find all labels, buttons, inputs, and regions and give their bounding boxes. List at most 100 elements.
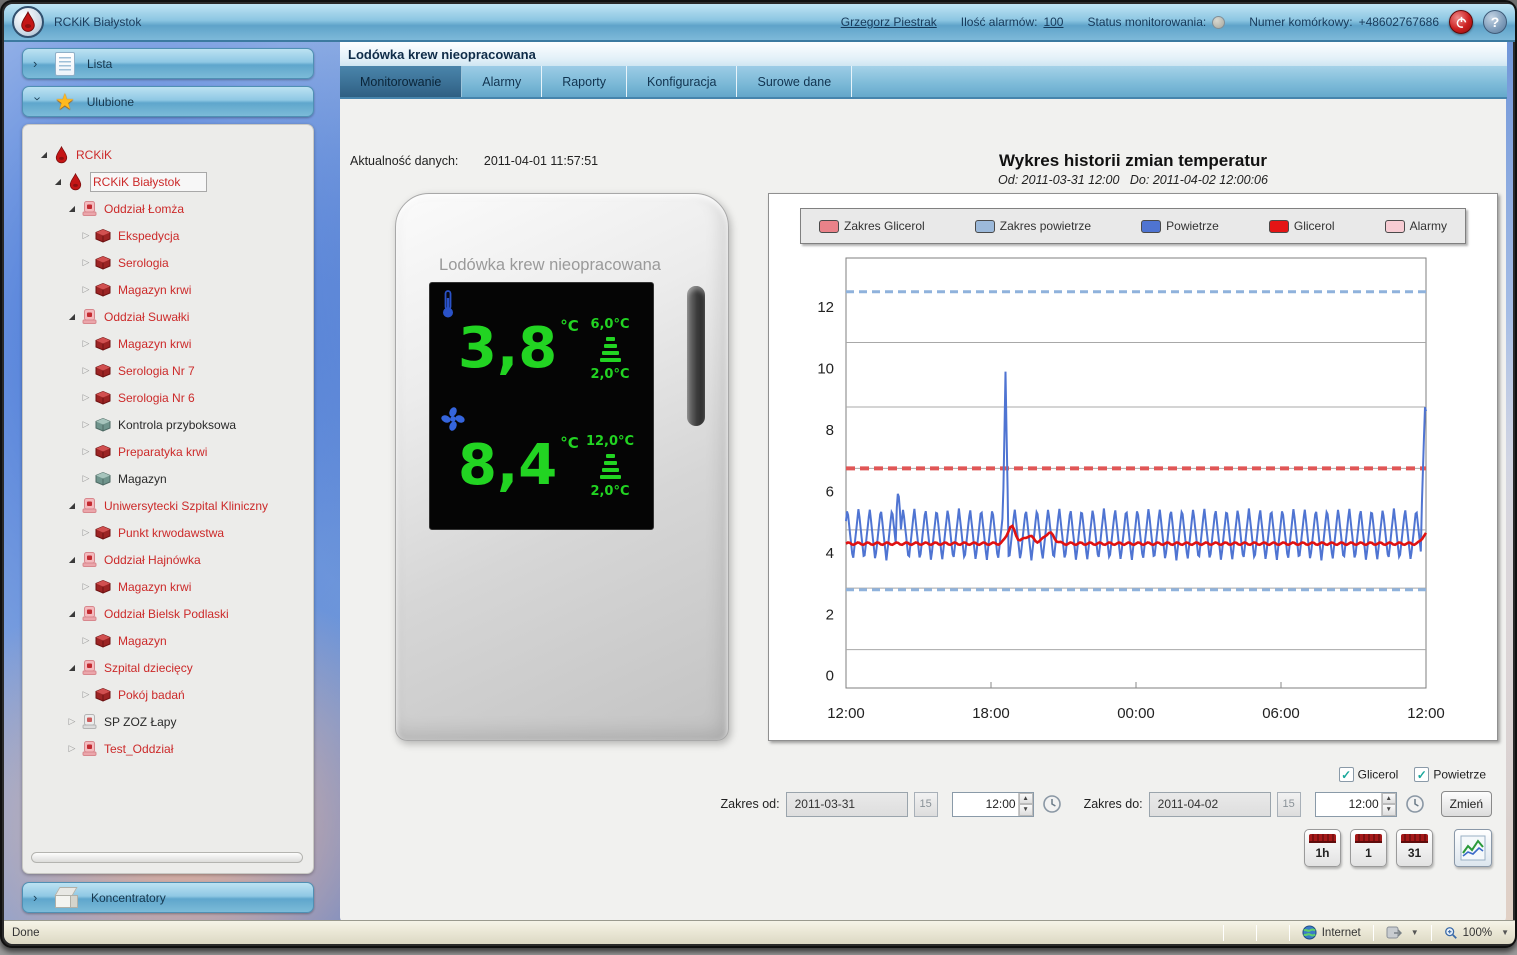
zoom-control[interactable]: 100% ▼ [1436, 926, 1517, 940]
tree-item-serologia-nr-6[interactable]: ▷Serologia Nr 6 [31, 384, 309, 411]
monitoring-status-label: Status monitorowania: [1087, 15, 1206, 29]
tree-item-oddział-bielsk-podlaski[interactable]: ◢Oddział Bielsk Podlaski [31, 600, 309, 627]
globe-icon [1302, 925, 1317, 940]
tree-collapsed-icon[interactable]: ▷ [65, 716, 79, 727]
tree-item-ekspedycja[interactable]: ▷ Ekspedycja [31, 222, 309, 249]
powietrze-checkbox[interactable]: ✓Powietrze [1414, 767, 1486, 782]
tree-item-oddział-łomża[interactable]: ◢Oddział Łomża [31, 195, 309, 222]
time-to-field[interactable]: 12:00 ▲▼ [1315, 792, 1397, 817]
calendar-picker-button[interactable]: 15 [1277, 792, 1301, 817]
tree-item-pokój-badań[interactable]: ▷Pokój badań [31, 681, 309, 708]
horizontal-scrollbar[interactable] [31, 852, 303, 863]
spin-down-icon[interactable]: ▼ [1019, 804, 1033, 816]
tree-collapsed-icon[interactable]: ▷ [79, 284, 93, 295]
alarms-count-link[interactable]: 100 [1043, 15, 1063, 29]
tree-item-rckik-białystok[interactable]: ◢RCKiK Białystok [31, 168, 309, 195]
device-icon [93, 525, 113, 540]
date-to-field[interactable]: 2011-04-02 [1149, 792, 1271, 817]
show-chart-button[interactable] [1454, 829, 1492, 867]
tree-collapsed-icon[interactable]: ▷ [79, 230, 93, 241]
tree: ◢RCKiK◢RCKiK Białystok◢Oddział Łomża ▷ Eks… [31, 141, 309, 762]
tree-collapsed-icon[interactable]: ▷ [79, 365, 93, 376]
chart-svg: 02468101212:0018:0000:0006:0012:00 [777, 252, 1490, 738]
protected-mode-control[interactable]: ▼ [1378, 926, 1427, 939]
sidebar-item-koncentratory[interactable]: › Koncentratory [22, 882, 314, 913]
checkbox-check-icon[interactable]: ✓ [1339, 767, 1354, 782]
tree-collapsed-icon[interactable]: ▷ [79, 257, 93, 268]
tree-collapsed-icon[interactable]: ▷ [79, 473, 93, 484]
tree-item-punkt-krwodawstwa[interactable]: ▷Punkt krwodawstwa [31, 519, 309, 546]
clock-icon[interactable] [1042, 794, 1062, 814]
tree-item-label: Kontrola przyboksowa [118, 418, 236, 432]
tree-expanded-icon[interactable]: ◢ [65, 609, 79, 618]
tree-expanded-icon[interactable]: ◢ [37, 150, 51, 159]
tree-item-serologia-nr-7[interactable]: ▷Serologia Nr 7 [31, 357, 309, 384]
date-range-controls: Zakres od: 2011-03-31 15 12:00 ▲▼ Zakres… [721, 791, 1492, 817]
device-icon [93, 282, 113, 297]
quick-range-button-1h[interactable]: 1h [1304, 829, 1341, 867]
quick-range-button-1[interactable]: 1 [1350, 829, 1387, 867]
date-from-field[interactable]: 2011-03-31 [786, 792, 908, 817]
tree-collapsed-icon[interactable]: ▷ [79, 419, 93, 430]
tree-item-serologia[interactable]: ▷Serologia [31, 249, 309, 276]
tree-item-magazyn[interactable]: ▷Magazyn [31, 627, 309, 654]
tree-item-szpital-dziecięcy[interactable]: ◢Szpital dziecięcy [31, 654, 309, 681]
tree-item-oddział-suwałki[interactable]: ◢Oddział Suwałki [31, 303, 309, 330]
tree-expanded-icon[interactable]: ◢ [65, 555, 79, 564]
upper-range-high: 6,0°C [579, 317, 641, 332]
tab-monitorowanie[interactable]: Monitorowanie [340, 66, 462, 97]
zoom-level: 100% [1463, 927, 1492, 939]
tree-item-oddział-hajnówka[interactable]: ◢Oddział Hajnówka [31, 546, 309, 573]
tree-expanded-icon[interactable]: ◢ [51, 177, 65, 186]
tree-expanded-icon[interactable]: ◢ [65, 501, 79, 510]
tree-item-magazyn[interactable]: ▷ Magazyn [31, 465, 309, 492]
checkbox-check-icon[interactable]: ✓ [1414, 767, 1429, 782]
spin-up-icon[interactable]: ▲ [1382, 793, 1396, 805]
tab-alarmy[interactable]: Alarmy [462, 66, 542, 97]
tab-surowe-dane[interactable]: Surowe dane [737, 66, 852, 97]
tree-collapsed-icon[interactable]: ▷ [79, 446, 93, 457]
tree-collapsed-icon[interactable]: ▷ [79, 581, 93, 592]
spin-up-icon[interactable]: ▲ [1019, 793, 1033, 805]
tree-collapsed-icon[interactable]: ▷ [79, 527, 93, 538]
tree-expanded-icon[interactable]: ◢ [65, 663, 79, 672]
freshness-label: Aktualność danych: [350, 154, 458, 168]
sidebar-item-ulubione[interactable]: › ★ Ulubione [22, 86, 314, 117]
tree-item-magazyn-krwi[interactable]: ▷Magazyn krwi [31, 330, 309, 357]
tree-item-sp-zoz-łapy[interactable]: ▷SP ZOZ Łapy [31, 708, 309, 735]
tree-collapsed-icon[interactable]: ▷ [79, 635, 93, 646]
logout-power-icon[interactable] [1449, 10, 1473, 34]
tree-collapsed-icon[interactable]: ▷ [79, 392, 93, 403]
quick-range-button-31[interactable]: 31 [1396, 829, 1433, 867]
tree-item-rckik[interactable]: ◢RCKiK [31, 141, 309, 168]
spin-down-icon[interactable]: ▼ [1382, 804, 1396, 816]
koncentratory-label: Koncentratory [91, 891, 166, 905]
legend-swatch [975, 220, 995, 233]
tab-konfiguracja[interactable]: Konfiguracja [627, 66, 738, 97]
tree-item-label: Ekspedycja [118, 229, 179, 243]
change-button[interactable]: Zmień [1441, 791, 1492, 817]
sidebar: › Lista › ★ Ulubione ◢RCKiK◢RCKiK Białys… [22, 48, 314, 920]
tree-item-label: Magazyn [118, 472, 167, 486]
tree-item-preparatyka-krwi[interactable]: ▷Preparatyka krwi [31, 438, 309, 465]
tree-collapsed-icon[interactable]: ▷ [65, 743, 79, 754]
tree-item-kontrola-przyboksowa[interactable]: ▷ Kontrola przyboksowa [31, 411, 309, 438]
clock-icon[interactable] [1405, 794, 1425, 814]
chevron-down-icon: › [31, 97, 46, 107]
tree-expanded-icon[interactable]: ◢ [65, 204, 79, 213]
tree-expanded-icon[interactable]: ◢ [65, 312, 79, 321]
help-icon[interactable]: ? [1483, 10, 1507, 34]
tree-item-test-oddział[interactable]: ▷Test_Oddział [31, 735, 309, 762]
tree-item-magazyn-krwi[interactable]: ▷Magazyn krwi [31, 573, 309, 600]
time-from-field[interactable]: 12:00 ▲▼ [952, 792, 1034, 817]
calendar-picker-button[interactable]: 15 [914, 792, 938, 817]
tree-item-uniwersytecki-szpital-kliniczny[interactable]: ◢Uniwersytecki Szpital Kliniczny [31, 492, 309, 519]
tree-collapsed-icon[interactable]: ▷ [79, 689, 93, 700]
user-link[interactable]: Grzegorz Piestrak [841, 15, 937, 29]
glicerol-checkbox[interactable]: ✓Glicerol [1339, 767, 1399, 782]
sidebar-item-lista[interactable]: › Lista [22, 48, 314, 79]
tree-item-magazyn-krwi[interactable]: ▷Magazyn krwi [31, 276, 309, 303]
tab-raporty[interactable]: Raporty [542, 66, 627, 97]
dept-icon [79, 200, 99, 217]
tree-collapsed-icon[interactable]: ▷ [79, 338, 93, 349]
